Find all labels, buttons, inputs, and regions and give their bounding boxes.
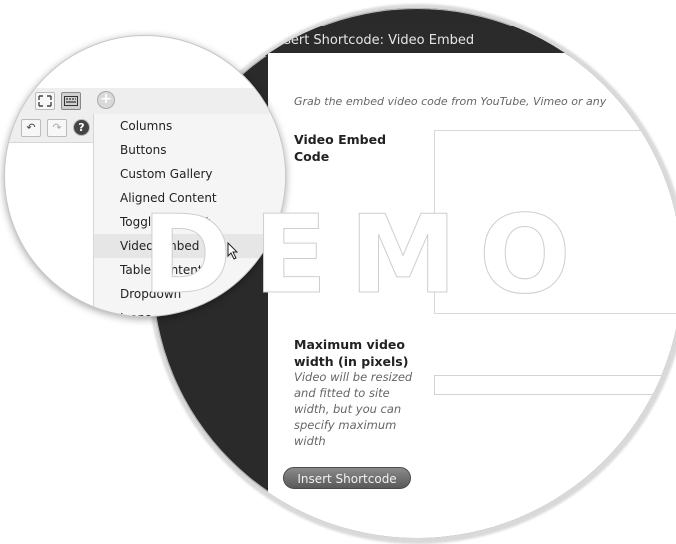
demo-watermark: DEMO	[142, 193, 593, 318]
dialog-intro: Grab the embed video code from YouTube, …	[294, 95, 607, 108]
dialog-title: Insert Shortcode: Video Embed	[264, 26, 676, 56]
kitchen-sink-icon[interactable]	[61, 92, 81, 110]
redo-icon[interactable]: ↷	[47, 119, 67, 137]
video-embed-label: Video Embed Code	[294, 132, 387, 164]
menu-item-custom-gallery[interactable]: Custom Gallery	[94, 162, 285, 186]
add-shortcode-icon[interactable]: +	[97, 91, 115, 109]
menu-item-columns[interactable]: Columns	[94, 114, 285, 138]
toolbar-row-1	[5, 88, 285, 115]
max-width-hint: Video will be resized and fitted to site…	[294, 370, 413, 448]
max-width-input[interactable]	[434, 375, 676, 395]
fullscreen-icon[interactable]	[35, 92, 55, 110]
insert-shortcode-button[interactable]: Insert Shortcode	[283, 467, 411, 489]
toolbar-row-2: ↶ ↷ ?	[5, 114, 95, 143]
menu-item-buttons[interactable]: Buttons	[94, 138, 285, 162]
max-width-label: Maximum video width (in pixels)	[294, 337, 409, 369]
help-icon[interactable]: ?	[73, 119, 90, 136]
undo-icon[interactable]: ↶	[21, 119, 41, 137]
